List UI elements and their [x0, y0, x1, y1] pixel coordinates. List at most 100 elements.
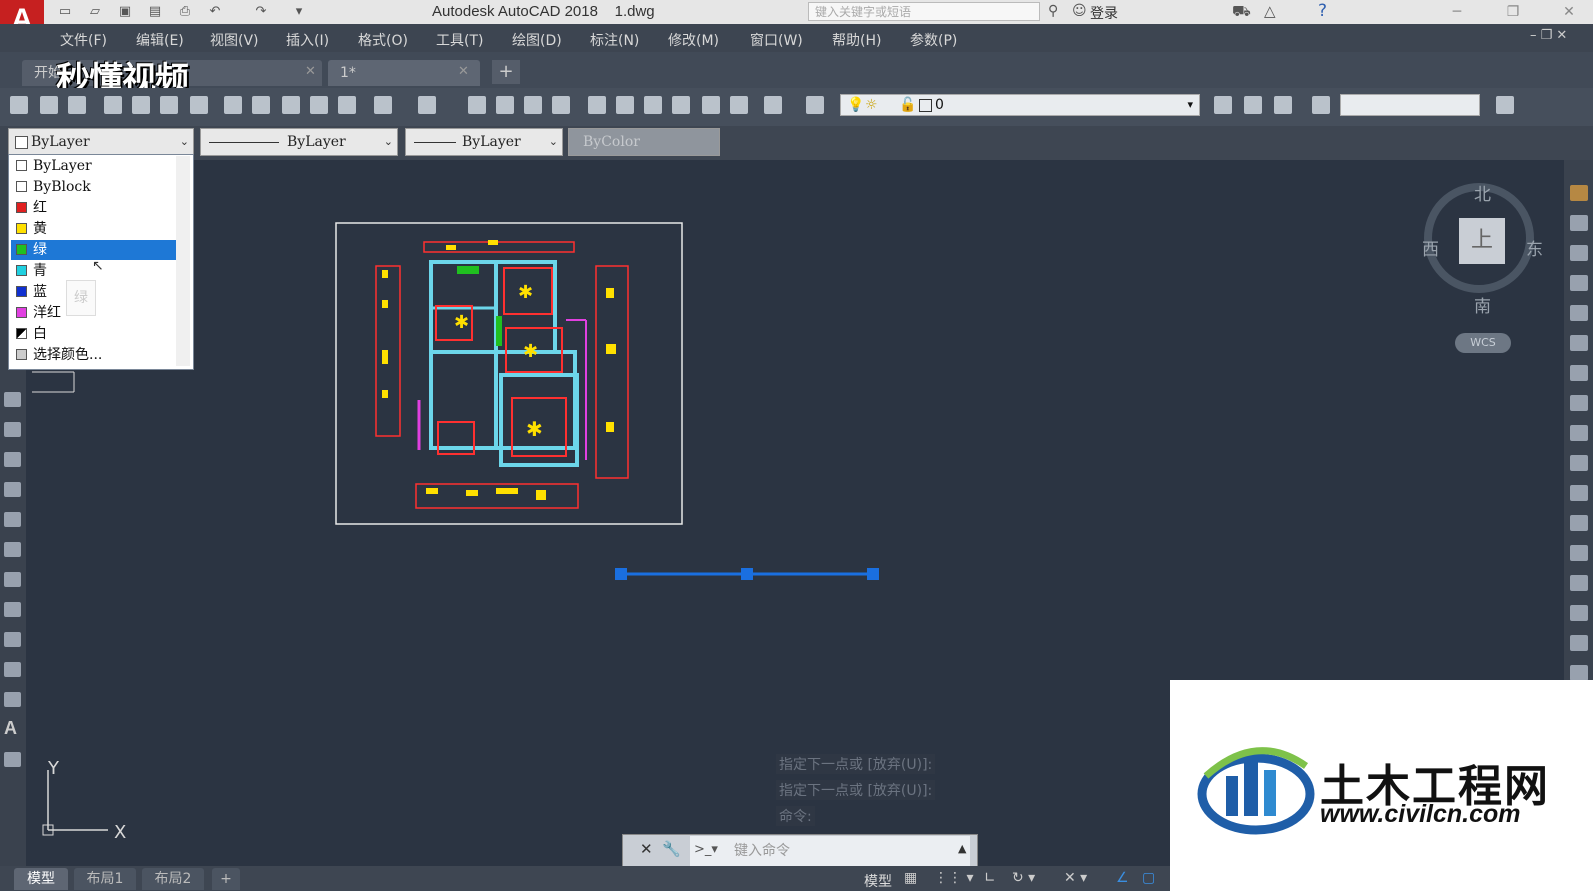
color-option-byblock[interactable]: ByBlock	[11, 177, 179, 197]
publish-icon[interactable]	[160, 96, 178, 114]
add-selected-icon[interactable]	[4, 752, 21, 767]
layout-tab-1[interactable]: 布局1	[74, 868, 136, 890]
menu-dimension[interactable]: 标注(N)	[590, 30, 639, 50]
user-icon[interactable]: ☺	[1072, 3, 1087, 19]
add-layout-plus-icon[interactable]: +	[212, 868, 240, 890]
ellipse-arc-icon[interactable]	[4, 482, 21, 497]
break-at-point-icon[interactable]	[1570, 515, 1588, 531]
grid-icon[interactable]: ▦	[904, 870, 917, 886]
color-option-select-color[interactable]: 选择颜色...	[11, 345, 179, 365]
region-icon[interactable]	[4, 662, 21, 677]
command-prompt-icon[interactable]: >_▾	[694, 842, 718, 857]
tab-drawing-close-icon[interactable]: ✕	[458, 64, 469, 79]
dropdown-scrollbar[interactable]	[176, 156, 190, 366]
layer-dropdown[interactable]: 💡 ☼ 🔓 0 ▾	[840, 94, 1200, 116]
open-file-icon[interactable]	[40, 96, 58, 114]
toolbar-redo-icon[interactable]	[418, 96, 436, 114]
menu-format[interactable]: 格式(O)	[358, 30, 408, 50]
insert-block-icon[interactable]	[4, 512, 21, 527]
revcloud-icon[interactable]	[4, 392, 21, 407]
text-style-icon[interactable]	[1312, 96, 1330, 114]
menu-edit[interactable]: 编辑(E)	[136, 30, 184, 50]
model-space-toggle[interactable]: 模型	[864, 871, 892, 891]
trim-icon[interactable]	[1570, 455, 1588, 471]
restore-button[interactable]: ❐	[1490, 0, 1536, 24]
gradient-icon[interactable]	[4, 632, 21, 647]
multiline-text-icon[interactable]: A	[4, 718, 17, 739]
new-file-icon[interactable]: ▭	[56, 3, 74, 20]
color-option-white[interactable]: 白	[11, 324, 179, 344]
command-input[interactable]: 键入命令	[690, 836, 970, 866]
binoculars-icon[interactable]: ⚲	[1048, 3, 1058, 19]
print-icon[interactable]: ⎙	[176, 3, 194, 20]
explode-icon[interactable]	[1570, 665, 1588, 681]
menu-tools[interactable]: 工具(T)	[436, 30, 483, 50]
toolbar-undo-icon[interactable]	[374, 96, 392, 114]
layout-tab-model[interactable]: 模型	[14, 868, 68, 890]
layer-states-icon[interactable]	[1274, 96, 1292, 114]
menu-view[interactable]: 视图(V)	[210, 30, 259, 50]
cut-icon[interactable]	[224, 96, 242, 114]
move-icon[interactable]	[1570, 335, 1588, 351]
close-command-icon[interactable]: ✕	[640, 840, 653, 858]
menu-file[interactable]: 文件(F)	[60, 30, 107, 50]
copy-icon[interactable]	[252, 96, 270, 114]
fillet-icon[interactable]	[1570, 635, 1588, 651]
undo-icon[interactable]: ↶	[206, 3, 224, 20]
color-option-green[interactable]: 绿	[11, 240, 179, 260]
a360-icon[interactable]: △	[1264, 2, 1276, 20]
color-combo[interactable]: ByLayer ⌄	[8, 128, 194, 156]
viewcube-south[interactable]: 南	[1474, 292, 1491, 317]
quick-access-dropdown-icon[interactable]: ▾	[290, 3, 308, 20]
tool-palettes-icon[interactable]	[644, 96, 662, 114]
menu-draw[interactable]: 绘图(D)	[512, 30, 562, 50]
3d-dwf-icon[interactable]	[190, 96, 208, 114]
break-icon[interactable]	[1570, 545, 1588, 561]
layer-properties-icon[interactable]	[806, 96, 824, 114]
properties-icon[interactable]	[588, 96, 606, 114]
quickcalc-icon[interactable]	[730, 96, 748, 114]
hatch-icon[interactable]	[4, 602, 21, 617]
extend-icon[interactable]	[1570, 485, 1588, 501]
make-current-layer-icon[interactable]	[1214, 96, 1232, 114]
toolbar-help-icon[interactable]	[764, 96, 782, 114]
isodraft-icon[interactable]: ✕ ▾	[1064, 870, 1087, 886]
menu-parameters[interactable]: 参数(P)	[910, 30, 957, 50]
cart-icon[interactable]: ⛟	[1232, 2, 1251, 22]
chamfer-icon[interactable]	[1570, 605, 1588, 621]
snap-icon[interactable]: ⋮⋮ ▾	[934, 870, 973, 886]
layer-previous-icon[interactable]	[1244, 96, 1262, 114]
save-as-icon[interactable]: ▤	[146, 3, 164, 20]
wcs-menu[interactable]: WCS	[1455, 333, 1511, 353]
color-option-yellow[interactable]: 黄	[11, 219, 179, 239]
spline-icon[interactable]	[4, 422, 21, 437]
zoom-window-icon[interactable]	[524, 96, 542, 114]
paste-icon[interactable]	[282, 96, 300, 114]
viewcube-east[interactable]: 东	[1526, 235, 1543, 260]
plot-icon[interactable]	[104, 96, 122, 114]
tab-start-close-icon[interactable]: ✕	[305, 64, 316, 79]
lineweight-combo[interactable]: ByLayer ⌄	[405, 128, 563, 156]
close-button[interactable]: ✕	[1546, 0, 1592, 24]
copy-object-icon[interactable]	[1570, 215, 1588, 231]
stretch-icon[interactable]	[1570, 425, 1588, 441]
rotate-icon[interactable]	[1570, 365, 1588, 381]
mirror-icon[interactable]	[1570, 245, 1588, 261]
menu-modify[interactable]: 修改(M)	[668, 30, 719, 50]
sheet-set-icon[interactable]	[672, 96, 690, 114]
linetype-combo[interactable]: ByLayer ⌄	[200, 128, 398, 156]
zoom-previous-icon[interactable]	[552, 96, 570, 114]
multileader-icon[interactable]	[1496, 96, 1514, 114]
command-history-toggle-icon[interactable]: ▲	[958, 842, 966, 855]
zoom-realtime-icon[interactable]	[496, 96, 514, 114]
menu-window[interactable]: 窗口(W)	[750, 30, 803, 50]
erase-icon[interactable]	[1570, 185, 1588, 201]
scale-icon[interactable]	[1570, 395, 1588, 411]
color-option-red[interactable]: 红	[11, 198, 179, 218]
table-icon[interactable]	[4, 692, 21, 707]
plot-preview-icon[interactable]	[132, 96, 150, 114]
array-icon[interactable]	[1570, 305, 1588, 321]
viewcube-top-face[interactable]: 上	[1459, 218, 1505, 264]
match-properties-icon[interactable]	[310, 96, 328, 114]
pan-icon[interactable]	[468, 96, 486, 114]
